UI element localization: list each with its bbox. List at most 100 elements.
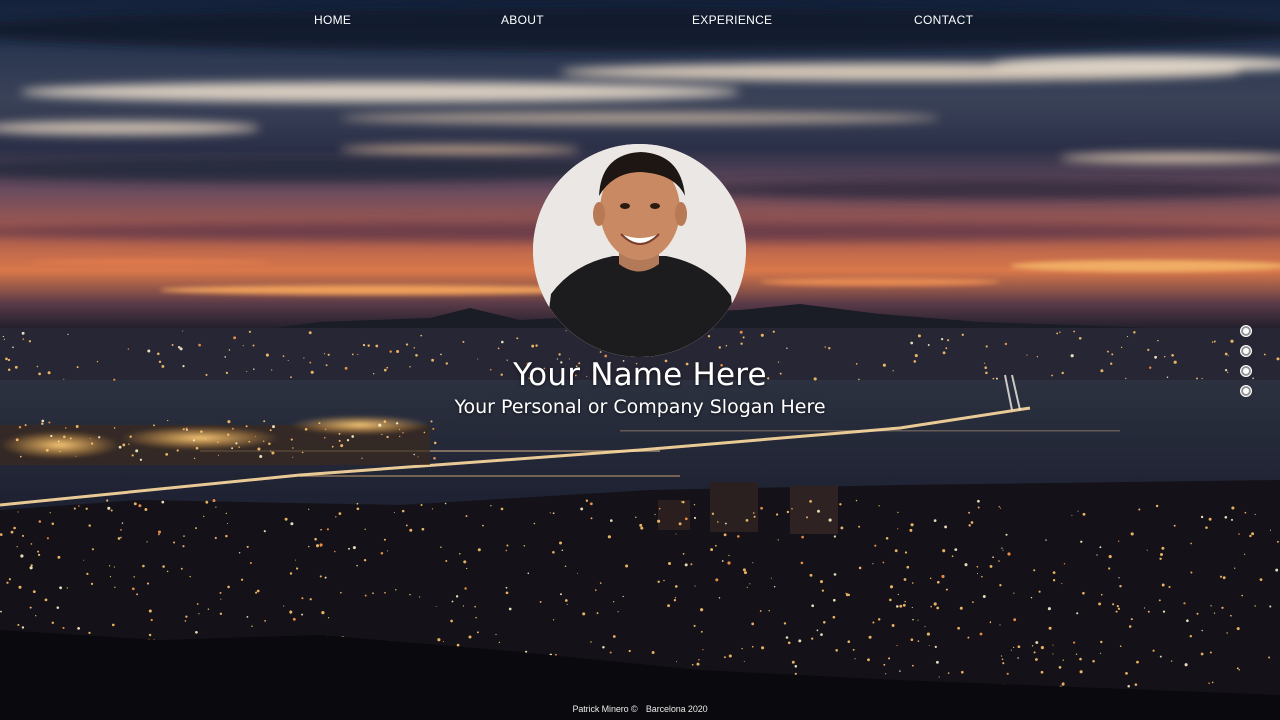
city-light (1157, 339, 1159, 342)
city-light (523, 544, 526, 547)
city-light (185, 427, 188, 430)
section-dot-contact[interactable] (1240, 385, 1252, 397)
city-light (1006, 672, 1009, 675)
city-light (801, 535, 804, 539)
city-light (263, 420, 266, 423)
city-light (715, 544, 717, 547)
city-light (88, 631, 91, 635)
nav-link-home[interactable]: HOME (314, 13, 351, 27)
city-light (798, 639, 802, 643)
city-light (882, 561, 885, 564)
city-light (824, 346, 826, 348)
city-light (1238, 533, 1240, 535)
city-light (1001, 547, 1003, 549)
city-light (75, 455, 77, 457)
city-light (1222, 576, 1226, 580)
nav-link-experience[interactable]: EXPERIENCE (692, 13, 772, 27)
city-light (90, 442, 94, 445)
city-light (225, 534, 228, 538)
city-light (308, 508, 310, 510)
city-light (1052, 571, 1056, 574)
city-light (1082, 512, 1086, 516)
city-light (180, 567, 183, 570)
city-light (896, 605, 899, 608)
city-light (501, 340, 504, 344)
city-light (977, 506, 980, 509)
city-light (1106, 350, 1109, 353)
city-light (1210, 605, 1212, 607)
city-light (700, 630, 703, 633)
section-dot-experience[interactable] (1240, 365, 1252, 377)
city-light (1013, 618, 1017, 622)
city-light (440, 353, 442, 356)
city-light (1161, 583, 1165, 587)
city-light (17, 511, 19, 513)
city-light (1189, 635, 1193, 638)
city-light (640, 526, 644, 530)
city-light (1100, 593, 1103, 596)
city-light (443, 641, 445, 642)
city-light (192, 439, 195, 442)
city-light (198, 343, 201, 347)
city-light (833, 573, 837, 576)
city-light (658, 507, 661, 510)
city-light (508, 607, 512, 611)
city-light (413, 453, 415, 456)
city-light (451, 600, 454, 603)
city-light (399, 435, 401, 438)
city-light (21, 626, 25, 629)
city-light (979, 632, 983, 636)
city-light (361, 457, 363, 459)
city-light (1147, 610, 1150, 613)
city-light (138, 504, 142, 508)
city-light (405, 524, 408, 527)
city-light (475, 616, 477, 619)
city-light (106, 499, 109, 502)
city-light (698, 659, 700, 661)
city-light (617, 611, 619, 613)
city-light (934, 645, 937, 649)
city-light (607, 535, 612, 539)
city-light (612, 601, 615, 603)
city-light (936, 606, 940, 610)
city-light (121, 522, 124, 524)
city-light (383, 538, 386, 541)
city-light (380, 552, 384, 555)
nav-link-contact[interactable]: CONTACT (914, 13, 973, 27)
city-light (585, 499, 589, 502)
city-light (1026, 354, 1028, 356)
city-light (477, 548, 481, 552)
city-light (668, 562, 671, 565)
city-light (791, 507, 793, 510)
city-light (809, 573, 813, 577)
city-light (18, 426, 22, 429)
city-light (1099, 546, 1102, 549)
city-light (90, 582, 94, 586)
city-light (131, 454, 134, 457)
city-light (114, 586, 116, 588)
city-light (874, 544, 877, 547)
city-light (1200, 652, 1204, 656)
page: HOME ABOUT EXPERIENCE CONTACT Your Name … (0, 0, 1280, 720)
section-dot-home[interactable] (1240, 325, 1252, 337)
city-light (897, 511, 899, 514)
city-light (961, 670, 964, 674)
city-light (86, 572, 89, 576)
city-light (945, 588, 948, 591)
city-light (1120, 346, 1123, 349)
nav-link-about[interactable]: ABOUT (501, 13, 544, 27)
city-light (383, 420, 387, 423)
city-light (6, 581, 9, 584)
city-light (917, 640, 920, 642)
city-light (1119, 584, 1122, 588)
city-light (1213, 612, 1216, 614)
city-light (1211, 341, 1214, 343)
city-light (37, 550, 40, 553)
city-light (1071, 514, 1073, 516)
city-light (745, 519, 749, 522)
city-light (356, 507, 360, 511)
city-light (678, 522, 682, 526)
city-light (1130, 532, 1134, 536)
city-light (1033, 569, 1036, 572)
section-dot-about[interactable] (1240, 345, 1252, 357)
